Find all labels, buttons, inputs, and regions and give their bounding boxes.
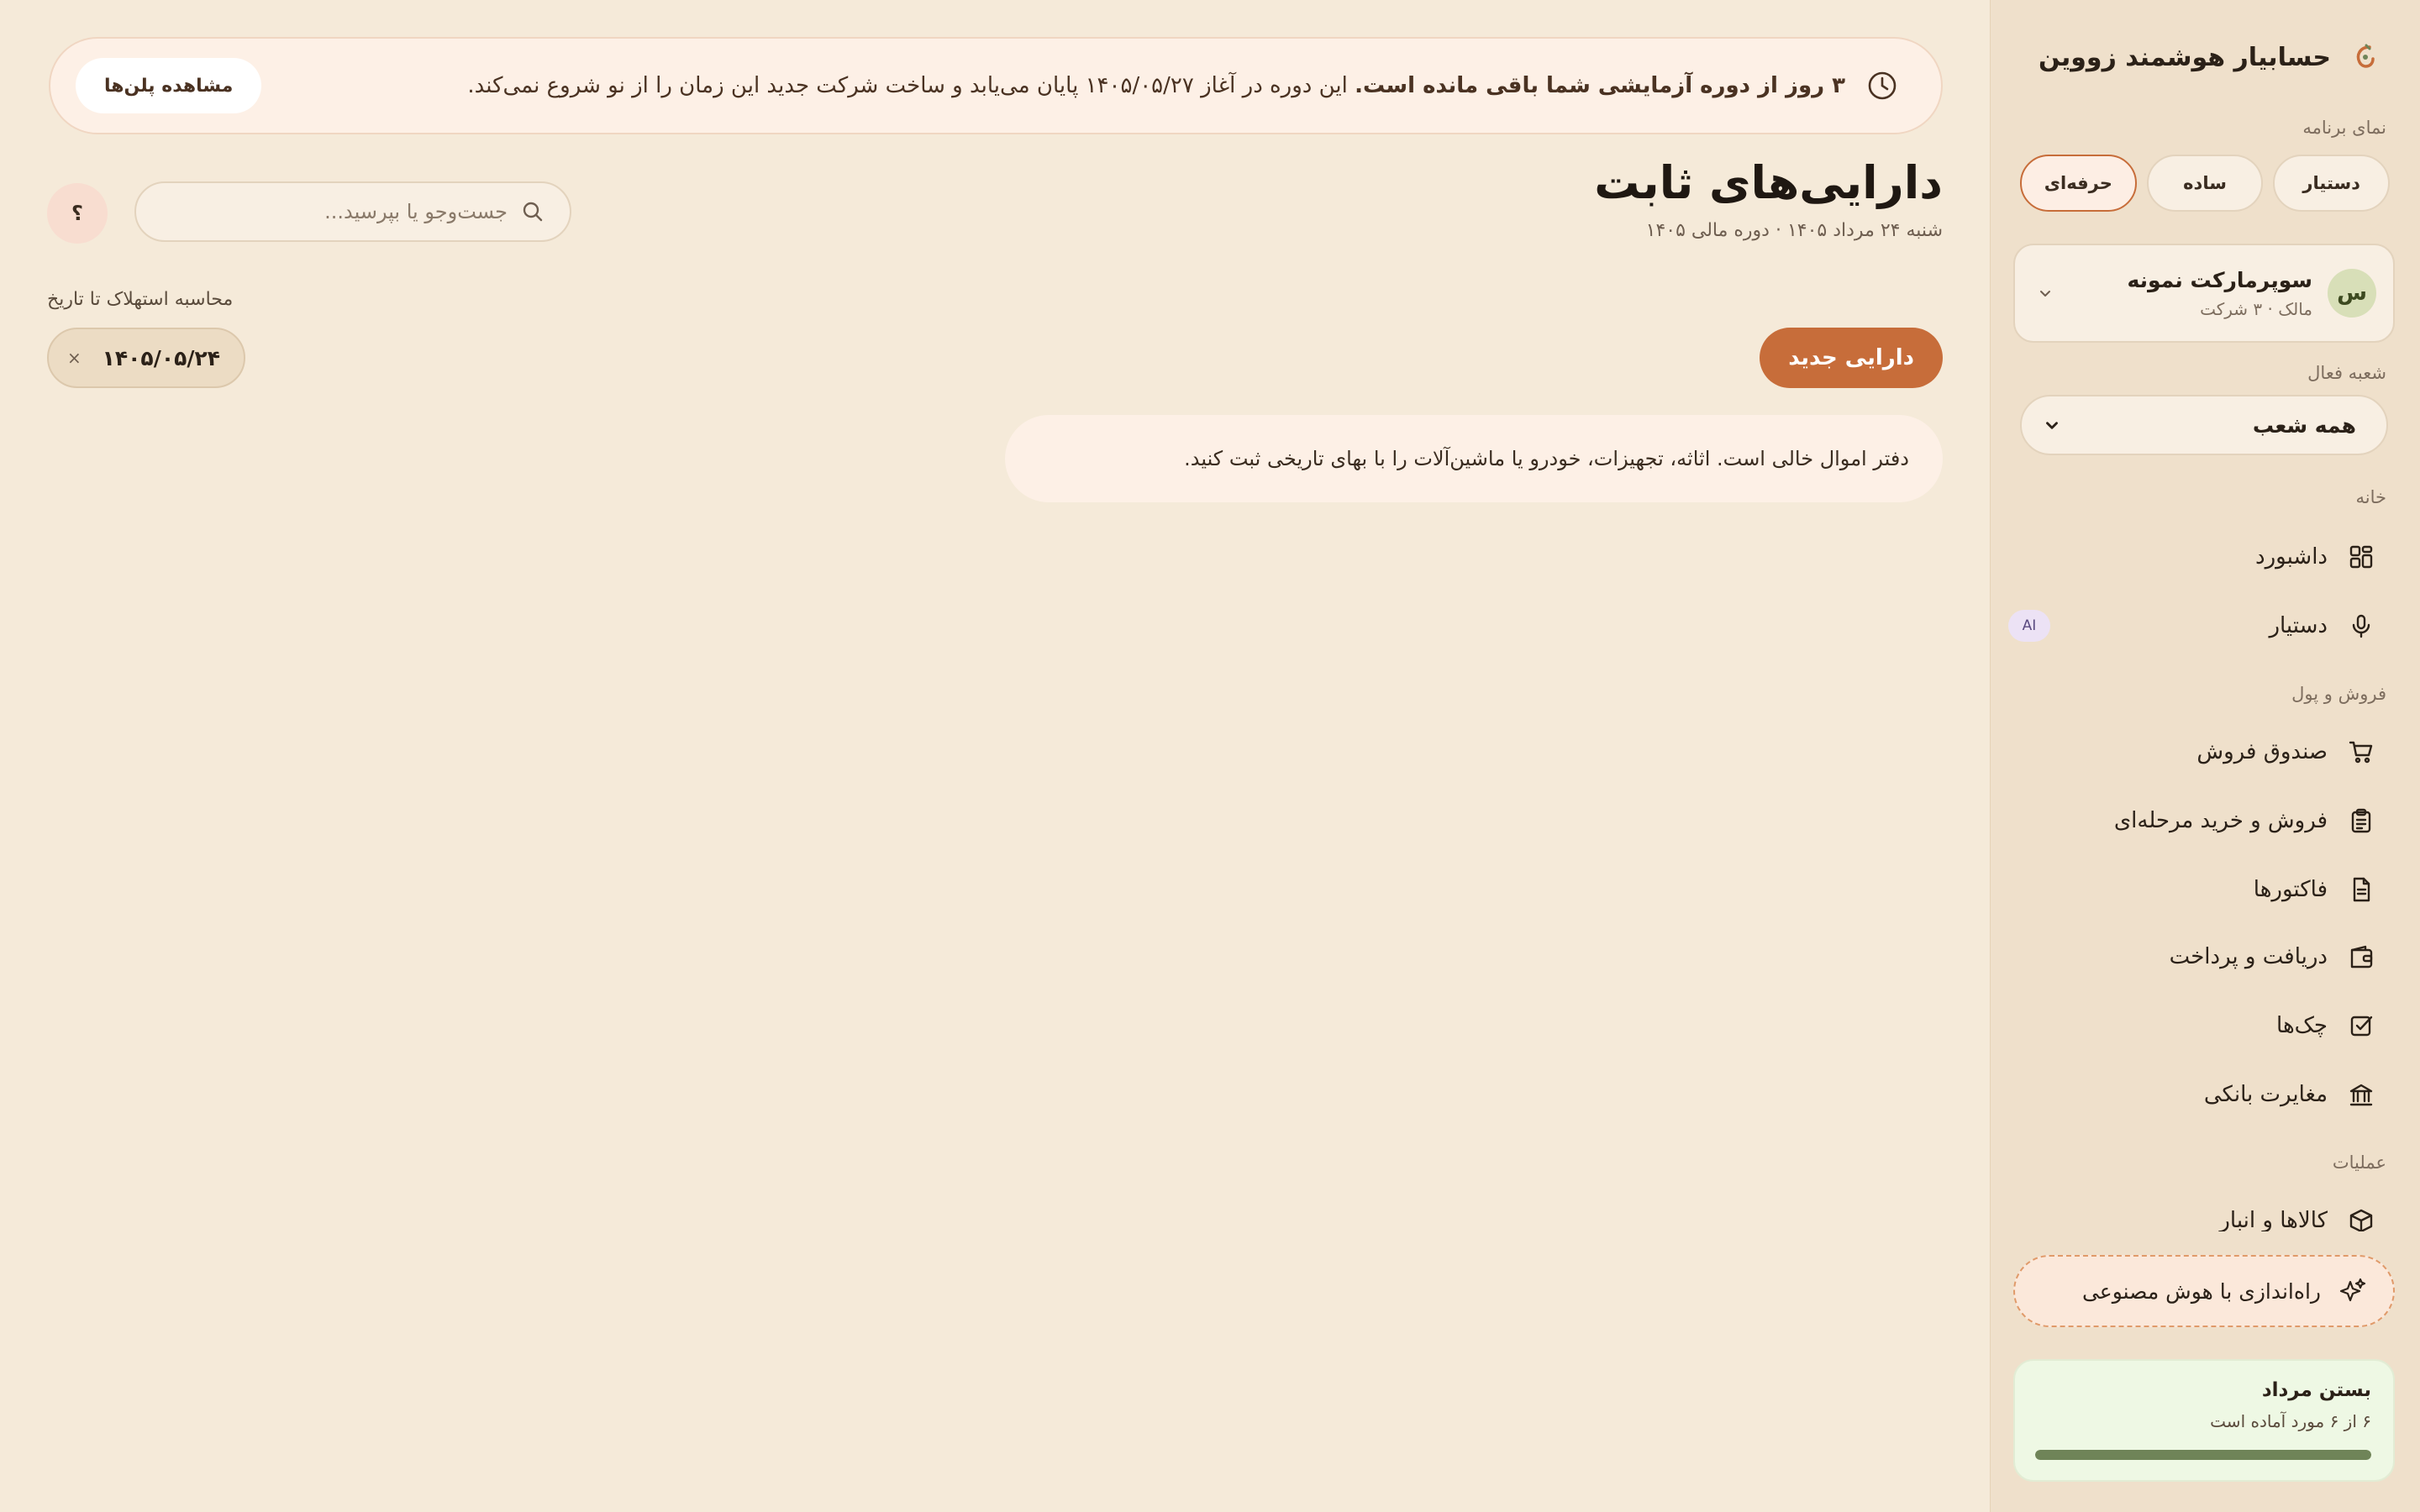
wallet-icon: [2346, 942, 2376, 972]
month-close-progress-fill: [2035, 1450, 2371, 1460]
clock-icon: [1865, 69, 1899, 102]
dashboard-icon: [2346, 542, 2376, 572]
page-title: دارایی‌های ثابت: [1594, 156, 1943, 209]
box-icon: [2346, 1205, 2376, 1231]
nav-dashboard[interactable]: داشبورد: [2008, 533, 2386, 581]
view-plans-button[interactable]: مشاهده پلن‌ها: [76, 58, 262, 113]
trial-message-bold: ۳ روز از دوره آزمایشی شما باقی مانده است…: [1355, 73, 1845, 98]
sidebar: حسابیار هوشمند زووین نمای برنامه دستیار …: [1990, 0, 2420, 1512]
search-icon: [521, 200, 544, 223]
depreciation-date-field[interactable]: ۱۴۰۵/۰۵/۲۴ ×: [47, 328, 245, 388]
nav-assistant[interactable]: دستیار AI: [2008, 601, 2386, 650]
cart-icon: [2346, 737, 2376, 767]
trial-message: ۳ روز از دوره آزمایشی شما باقی مانده است…: [281, 73, 1845, 98]
sparkle-icon: [2338, 1276, 2368, 1306]
nav-invoices[interactable]: فاکتورها: [2008, 865, 2386, 914]
nav-bank[interactable]: مغایرت بانکی: [2008, 1070, 2386, 1119]
empty-state-message: دفتر اموال خالی است. اثاثه، تجهیزات، خود…: [1005, 415, 1943, 502]
section-home-label: خانه: [2355, 487, 2386, 507]
nav-staged[interactable]: فروش و خرید مرحله‌ای: [2008, 796, 2386, 845]
nav-invoices-label: فاکتورها: [2253, 877, 2328, 902]
section-ops-label: عملیات: [2332, 1152, 2386, 1173]
ai-setup-label: راه‌اندازی با هوش مصنوعی: [2081, 1278, 2321, 1304]
nav-dashboard-label: داشبورد: [2255, 544, 2328, 570]
nav-cheques[interactable]: چک‌ها: [2008, 1001, 2386, 1050]
new-asset-button[interactable]: دارایی جدید: [1760, 328, 1943, 388]
bank-icon: [2346, 1079, 2376, 1110]
nav-bank-label: مغایرت بانکی: [2203, 1082, 2328, 1107]
depreciation-date-value: ۱۴۰۵/۰۵/۲۴: [102, 345, 220, 370]
search-input[interactable]: [161, 200, 508, 223]
checkbox-icon: [2346, 1011, 2376, 1041]
ai-badge: AI: [2008, 610, 2050, 642]
help-button[interactable]: ؟: [47, 183, 108, 244]
trial-message-detail: این دوره در آغاز ۱۴۰۵/۰۵/۲۷ پایان می‌یاب…: [467, 73, 1355, 98]
month-close-title: بستن مرداد: [2261, 1379, 2371, 1401]
trial-banner: ۳ روز از دوره آزمایشی شما باقی مانده است…: [49, 37, 1943, 134]
nav-payments-label: دریافت و پرداخت: [2169, 944, 2328, 969]
month-close-card[interactable]: بستن مرداد ۶ از ۶ مورد آماده است: [2013, 1359, 2395, 1482]
section-sales-label: فروش و پول: [2291, 684, 2386, 704]
nav-assistant-label: دستیار: [2269, 613, 2328, 638]
nav-inventory-label: کالاها و انبار: [2219, 1208, 2328, 1231]
document-icon: [2346, 874, 2376, 905]
nav-inventory[interactable]: کالاها و انبار: [2008, 1196, 2386, 1231]
clear-date-icon[interactable]: ×: [67, 348, 82, 368]
depreciation-date-label: محاسبه استهلاک تا تاریخ: [47, 289, 234, 310]
page-subtitle: شنبه ۲۴ مرداد ۱۴۰۵ · دوره مالی ۱۴۰۵: [1645, 220, 1943, 241]
nav-payments[interactable]: دریافت و پرداخت: [2008, 932, 2386, 981]
microphone-icon: [2346, 611, 2376, 641]
nav-cheques-label: چک‌ها: [2276, 1013, 2328, 1038]
month-close-subtitle: ۶ از ۶ مورد آماده است: [2210, 1411, 2371, 1431]
search-box: [134, 181, 571, 242]
clipboard-icon: [2346, 806, 2376, 836]
ai-setup-button[interactable]: راه‌اندازی با هوش مصنوعی: [2013, 1255, 2395, 1327]
nav-pos-label: صندوق فروش: [2196, 739, 2328, 764]
nav-pos[interactable]: صندوق فروش: [2008, 727, 2386, 776]
nav-scroll-area[interactable]: خانه داشبورد دستیار AI فروش و پول صندوق …: [1990, 0, 2420, 1231]
month-close-progress: [2035, 1450, 2371, 1460]
nav-staged-label: فروش و خرید مرحله‌ای: [2113, 808, 2328, 833]
